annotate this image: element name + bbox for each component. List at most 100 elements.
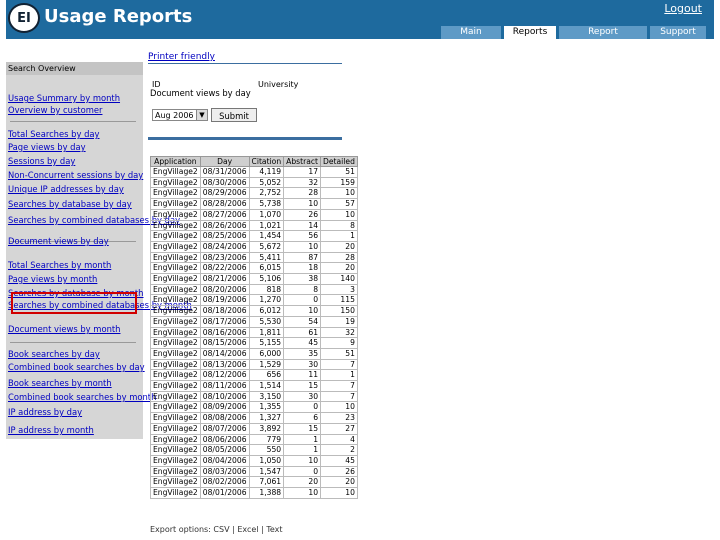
table-row: EngVillage2 08/12/2006 656 11 1 xyxy=(150,369,358,382)
table-cell: EngVillage2 xyxy=(150,198,201,210)
table-cell: 32 xyxy=(283,176,322,189)
chevron-down-icon[interactable]: ▼ xyxy=(196,110,207,120)
submit-button[interactable]: Submit xyxy=(211,108,257,122)
table-row: EngVillage2 08/06/2006 779 1 4 xyxy=(150,433,358,446)
table-cell: 19 xyxy=(320,315,358,328)
column-header: Detailed xyxy=(320,156,358,167)
sidebar-link[interactable]: Document views by month xyxy=(8,324,120,335)
sidebar-link[interactable]: Overview by customer xyxy=(8,105,102,116)
sidebar-link[interactable]: Unique IP addresses by day xyxy=(8,184,124,195)
sidebar-link[interactable]: IP address by day xyxy=(8,407,82,418)
table-cell: 10 xyxy=(283,454,322,467)
table-cell: 11 xyxy=(283,369,322,382)
table-cell: 15 xyxy=(283,422,322,435)
sidebar-heading: Search Overview xyxy=(6,62,143,75)
table-cell: EngVillage2 xyxy=(150,240,201,253)
sidebar-divider xyxy=(10,342,136,343)
table-cell: 1 xyxy=(320,369,358,382)
table-cell: 6,015 xyxy=(248,262,285,275)
table-cell: 10 xyxy=(283,487,322,499)
table-cell: 5,672 xyxy=(248,240,285,253)
tab-support[interactable]: Support xyxy=(650,26,706,39)
table-row: EngVillage2 08/23/2006 5,411 87 28 xyxy=(150,251,358,264)
table-cell: 08/24/2006 xyxy=(199,240,250,253)
table-cell: 20 xyxy=(320,262,358,275)
table-row: EngVillage2 08/01/2006 1,388 10 10 xyxy=(150,487,358,499)
table-cell: EngVillage2 xyxy=(150,433,201,446)
table-cell: 28 xyxy=(320,251,358,264)
table-cell: 08/06/2006 xyxy=(199,433,250,446)
table-cell: 20 xyxy=(283,476,322,489)
table-cell: EngVillage2 xyxy=(150,315,201,328)
table-cell: 45 xyxy=(283,337,322,349)
table-cell: EngVillage2 xyxy=(150,358,201,371)
table-cell: 1 xyxy=(283,444,322,456)
sidebar-link[interactable]: Document views by day xyxy=(8,236,109,247)
printer-friendly-link[interactable]: Printer friendly xyxy=(148,52,215,62)
sidebar-link[interactable]: IP address by month xyxy=(8,425,94,436)
sidebar-link[interactable]: Combined book searches by day xyxy=(8,362,145,373)
sidebar-link[interactable]: Usage Summary by month xyxy=(8,93,120,104)
table-cell: 1 xyxy=(283,433,322,446)
sidebar-link[interactable]: Non-Concurrent sessions by day xyxy=(8,170,143,181)
table-cell: 1,388 xyxy=(248,487,285,499)
table-row: EngVillage2 08/21/2006 5,106 38 140 xyxy=(150,273,358,285)
table-cell: EngVillage2 xyxy=(150,422,201,435)
table-cell: 08/10/2006 xyxy=(199,390,250,403)
table-cell: EngVillage2 xyxy=(150,380,201,392)
period-value: Aug 2006 xyxy=(155,111,194,120)
table-cell: 818 xyxy=(248,283,285,296)
table-cell: 08/28/2006 xyxy=(199,198,250,210)
table-cell: 7 xyxy=(320,380,358,392)
table-cell: EngVillage2 xyxy=(150,369,201,382)
sidebar-link[interactable]: Book searches by month xyxy=(8,378,112,389)
table-row: EngVillage2 08/10/2006 3,150 30 7 xyxy=(150,390,358,403)
table-cell: 26 xyxy=(283,208,322,221)
tab-main[interactable]: Main xyxy=(441,26,501,39)
table-cell: 150 xyxy=(320,305,358,317)
table-cell: 28 xyxy=(283,187,322,200)
table-cell: EngVillage2 xyxy=(150,283,201,296)
table-row: EngVillage2 08/26/2006 1,021 14 8 xyxy=(150,219,358,232)
table-cell: 32 xyxy=(320,326,358,339)
period-select[interactable]: Aug 2006 ▼ xyxy=(152,109,208,121)
table-cell: EngVillage2 xyxy=(150,487,201,499)
table-row: EngVillage2 08/15/2006 5,155 45 9 xyxy=(150,337,358,349)
table-row: EngVillage2 08/18/2006 6,012 10 150 xyxy=(150,305,358,317)
table-cell: 61 xyxy=(283,326,322,339)
table-cell: 17 xyxy=(283,166,322,178)
tab-reports[interactable]: Reports xyxy=(504,26,556,39)
table-cell: 08/12/2006 xyxy=(199,369,250,382)
table-cell: EngVillage2 xyxy=(150,465,201,478)
sidebar-link[interactable]: Total Searches by day xyxy=(8,129,100,140)
sidebar-link[interactable]: Sessions by day xyxy=(8,156,75,167)
table-cell: 51 xyxy=(320,166,358,178)
sidebar-link[interactable]: Book searches by day xyxy=(8,349,100,360)
table-cell: 30 xyxy=(283,358,322,371)
table-cell: 57 xyxy=(320,198,358,210)
table-cell: 26 xyxy=(320,465,358,478)
export-options[interactable]: Export options: CSV | Excel | Text xyxy=(150,525,283,534)
table-cell: 0 xyxy=(283,401,322,414)
sidebar-link[interactable]: Page views by day xyxy=(8,142,86,153)
table-cell: 18 xyxy=(283,262,322,275)
table-cell: 8 xyxy=(283,283,322,296)
table-row: EngVillage2 08/07/2006 3,892 15 27 xyxy=(150,422,358,435)
sidebar-link[interactable]: Searches by database by day xyxy=(8,199,132,210)
table-cell: 30 xyxy=(283,390,322,403)
table-cell: 7,061 xyxy=(248,476,285,489)
tab-report-description[interactable]: Report Description xyxy=(559,26,647,50)
table-cell: 08/03/2006 xyxy=(199,465,250,478)
table-cell: 08/08/2006 xyxy=(199,412,250,424)
table-cell: 5,052 xyxy=(248,176,285,189)
sidebar-link[interactable]: Page views by month xyxy=(8,274,97,285)
sidebar-link[interactable]: Total Searches by month xyxy=(8,260,111,271)
logout-link[interactable]: Logout xyxy=(664,2,702,15)
table-cell: 54 xyxy=(283,315,322,328)
sidebar-link[interactable]: Combined book searches by month xyxy=(8,392,156,403)
divider xyxy=(148,137,342,140)
table-cell: 6,012 xyxy=(248,305,285,317)
table-cell: 08/19/2006 xyxy=(199,294,250,307)
table-cell: EngVillage2 xyxy=(150,262,201,275)
table-cell: EngVillage2 xyxy=(150,166,201,178)
